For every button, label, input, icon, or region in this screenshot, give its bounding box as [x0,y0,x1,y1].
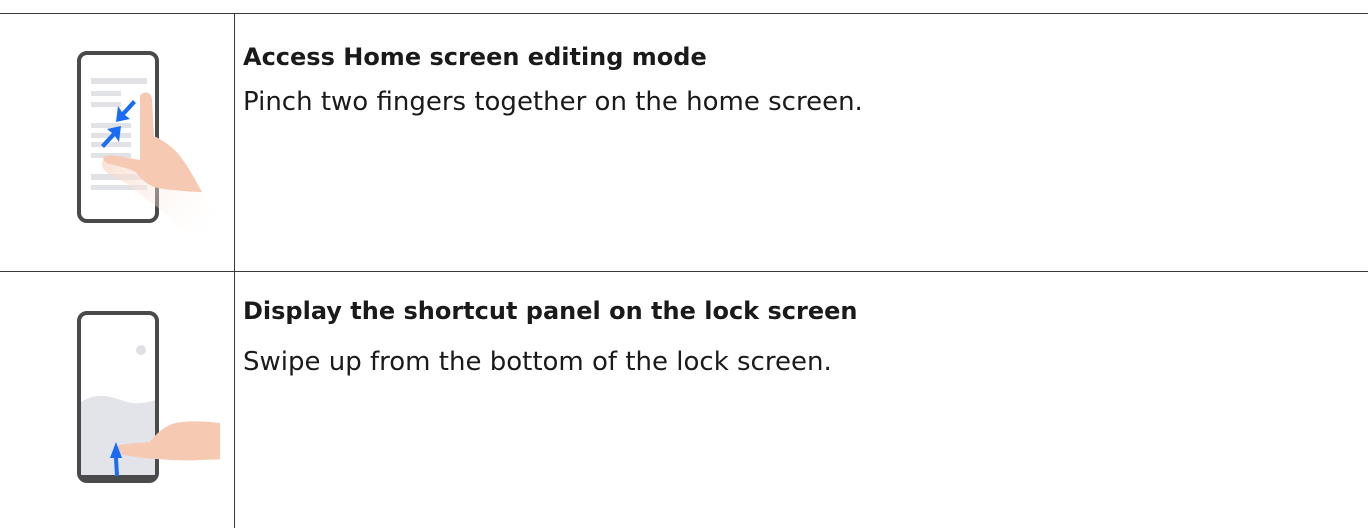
table-row: Display the shortcut panel on the lock s… [0,272,1368,528]
step-description: Pinch two fingers together on the home s… [243,87,863,117]
step-title: Access Home screen editing mode [243,43,707,71]
step-description: Swipe up from the bottom of the lock scr… [243,347,832,377]
step-title: Display the shortcut panel on the lock s… [243,297,858,325]
swipe-up-gesture-icon [70,304,230,494]
table-row: Access Home screen editing mode Pinch tw… [0,14,1368,271]
gesture-table: Access Home screen editing mode Pinch tw… [0,0,1368,528]
pinch-gesture-icon [70,44,220,234]
